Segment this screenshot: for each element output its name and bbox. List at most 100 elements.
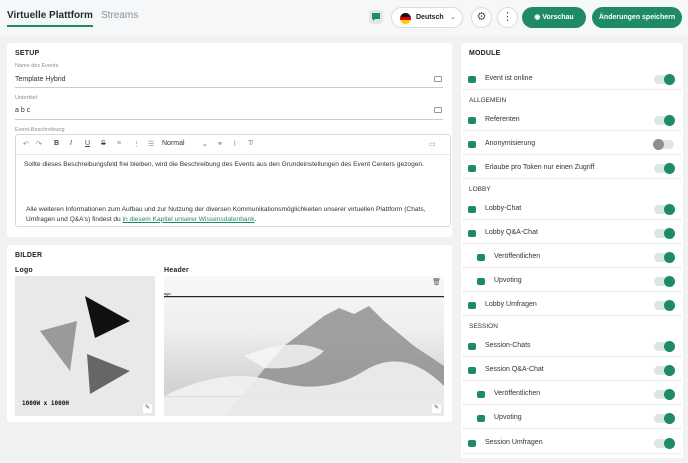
header-label: Header [164, 267, 189, 274]
toggle-knob [664, 276, 675, 287]
module-label: Upvoting [494, 414, 522, 421]
logo-label: Logo [15, 267, 33, 274]
trash-icon[interactable]: 🗑 [432, 278, 441, 286]
module-label: Lobby-Chat [485, 205, 522, 212]
toggle-knob [664, 341, 675, 352]
module-toggle[interactable] [654, 365, 675, 376]
logo-image[interactable]: 1000W x 1000H ✎ [15, 276, 155, 416]
chat-icon[interactable] [369, 10, 383, 24]
header-mark: ago [164, 291, 171, 296]
bullet-list-icon[interactable]: ☰ [148, 140, 154, 148]
row-divider [462, 356, 682, 357]
setup-card: SETUP Name des Events Template Hybrid Un… [7, 43, 452, 237]
module-toggle[interactable] [654, 341, 675, 352]
event-name-underline [15, 87, 443, 88]
bold-icon[interactable]: B [54, 140, 59, 147]
italic-icon[interactable]: I [70, 140, 72, 147]
edit-header-icon[interactable]: ✎ [432, 404, 441, 413]
link-icon[interactable]: ⚭ [217, 140, 223, 148]
toggle-knob [664, 389, 675, 400]
module-toggle[interactable] [654, 163, 675, 174]
clear-format-icon[interactable]: T̸ [248, 140, 252, 147]
align-icon[interactable]: ≡ [117, 140, 121, 147]
chevron-down-icon[interactable]: ⌄ [202, 140, 208, 148]
description-editor[interactable]: ↶ ↷ B I U S ≡ ⋮ ☰ Normal ⌄ ⚭ ⌇ T̸ ▭ Soll… [15, 134, 451, 227]
section-allgemein: ALLGEMEIN [469, 97, 507, 104]
emoji-picker-icon[interactable] [434, 76, 442, 82]
tab-streams[interactable]: Streams [101, 10, 138, 21]
module-toggle[interactable] [654, 204, 675, 215]
language-select[interactable]: Deutsch ⌄ [391, 7, 463, 28]
module-toggle[interactable] [654, 300, 675, 311]
chat-icon [468, 343, 476, 350]
thumbs-up-icon [477, 278, 485, 285]
module-toggle[interactable] [654, 228, 675, 239]
ordered-list-icon[interactable]: ⋮ [133, 140, 140, 148]
event-name-label: Name des Events [15, 63, 59, 69]
publish-icon [477, 391, 485, 398]
module-toggle[interactable] [654, 74, 675, 85]
toggle-knob [664, 365, 675, 376]
subtitle-underline [15, 119, 443, 120]
module-label: Event ist online [485, 75, 533, 82]
toggle-knob [664, 228, 675, 239]
description-paragraph-2: Alle weiteren Informationen zum Aufbau u… [26, 205, 436, 224]
toggle-knob [664, 74, 675, 85]
module-toggle[interactable] [654, 276, 675, 287]
strikethrough-icon[interactable]: S [101, 140, 106, 147]
incognito-icon [468, 141, 476, 148]
save-changes-button[interactable]: Änderungen speichern [592, 7, 682, 28]
module-label: Referenten [485, 116, 520, 123]
settings-button[interactable]: ⚙ [471, 7, 492, 28]
tab-virtuelle-plattform[interactable]: Virtuelle Plattform [7, 10, 93, 21]
module-label: Session Q&A-Chat [485, 366, 544, 373]
row-divider [462, 243, 682, 244]
logo-size-label: 1000W x 1000H [22, 400, 69, 407]
subtitle-input[interactable]: a b c [15, 107, 30, 114]
module-label: Lobby Umfragen [485, 301, 537, 308]
thumbs-up-icon [477, 415, 485, 422]
logo-graphic [40, 296, 130, 394]
undo-icon[interactable]: ↶ [23, 140, 29, 148]
module-toggle[interactable] [653, 139, 674, 150]
emoji-picker-icon[interactable]: ▭ [429, 140, 436, 148]
setup-title: SETUP [15, 50, 40, 57]
gear-icon: ⚙ [476, 11, 487, 23]
subtitle-label: Untertitel [15, 95, 38, 101]
event-name-input[interactable]: Template Hybrid [15, 76, 66, 83]
user-lock-icon [468, 165, 476, 172]
row-divider [462, 315, 682, 316]
mountain-graphic [164, 296, 444, 416]
more-options-button[interactable]: ⋮ [497, 7, 518, 28]
header-image[interactable]: ago 🗑 ✎ [164, 276, 444, 416]
eye-icon: ◉ [534, 14, 541, 21]
images-title: BILDER [15, 252, 43, 259]
description-end: . [254, 215, 257, 223]
underline-icon[interactable]: U [85, 140, 90, 147]
description-paragraph-1: Sollte dieses Beschreibungsfeld frei ble… [24, 161, 424, 168]
redo-icon[interactable]: ↷ [36, 140, 42, 148]
section-lobby: LOBBY [469, 186, 491, 193]
bar-chart-icon [468, 440, 476, 447]
module-toggle[interactable] [654, 413, 675, 424]
row-divider [462, 428, 682, 429]
module-toggle[interactable] [654, 115, 675, 126]
emoji-picker-icon[interactable] [434, 107, 442, 113]
module-label: Session Umfragen [485, 439, 543, 446]
knowledge-base-link[interactable]: in diesem Kapitel unserer Wissensdatenba… [123, 216, 255, 223]
preview-button[interactable]: ◉ Vorschau [522, 7, 586, 28]
edit-logo-icon[interactable]: ✎ [143, 404, 152, 413]
chat-icon [468, 206, 476, 213]
module-label: Upvoting [494, 277, 522, 284]
row-divider [462, 291, 682, 292]
modules-title: MODULE [469, 50, 501, 57]
style-select[interactable]: Normal [162, 140, 185, 147]
module-toggle[interactable] [654, 252, 675, 263]
preview-label: Vorschau [542, 14, 574, 21]
row-divider [462, 178, 682, 179]
module-label: Lobby Q&A-Chat [485, 229, 538, 236]
module-toggle[interactable] [654, 438, 675, 449]
attachment-icon[interactable]: ⌇ [233, 140, 236, 148]
toggle-knob [664, 300, 675, 311]
module-toggle[interactable] [654, 389, 675, 400]
